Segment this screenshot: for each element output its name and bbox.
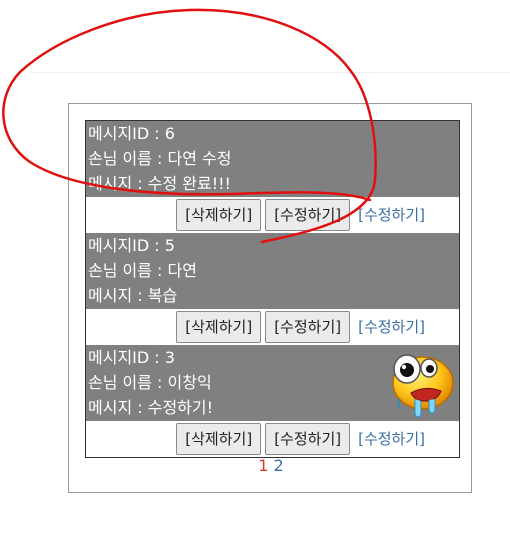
message-text: 메시지 : 수정 완료!!! xyxy=(88,174,231,193)
pagination: 1 2 xyxy=(69,456,473,476)
page-link-current[interactable]: 1 xyxy=(258,456,268,475)
edit-link[interactable]: [수정하기] xyxy=(354,200,425,230)
message-item: 메시지ID : 6 손님 이름 : 다연 수정 메시지 : 수정 완료!!! [… xyxy=(86,121,459,233)
message-actions: [삭제하기] [수정하기] [수정하기] xyxy=(86,309,459,345)
edit-button[interactable]: [수정하기] xyxy=(265,199,351,231)
delete-button[interactable]: [삭제하기] xyxy=(176,423,262,455)
edit-button[interactable]: [수정하기] xyxy=(265,423,351,455)
message-actions: [삭제하기] [수정하기] [수정하기] xyxy=(86,421,459,457)
edit-button[interactable]: [수정하기] xyxy=(265,311,351,343)
message-item: 메시지ID : 3 손님 이름 : 이창익 메시지 : 수정하기! [삭제하기]… xyxy=(86,345,459,457)
message-info: 메시지ID : 5 손님 이름 : 다연 메시지 : 복습 xyxy=(86,233,459,309)
edit-link[interactable]: [수정하기] xyxy=(354,424,425,454)
message-item: 메시지ID : 5 손님 이름 : 다연 메시지 : 복습 [삭제하기] [수정… xyxy=(86,233,459,345)
page-link[interactable]: 2 xyxy=(274,456,284,475)
delete-button[interactable]: [삭제하기] xyxy=(176,199,262,231)
message-info: 메시지ID : 6 손님 이름 : 다연 수정 메시지 : 수정 완료!!! xyxy=(86,121,459,197)
message-actions: [삭제하기] [수정하기] [수정하기] xyxy=(86,197,459,233)
delete-button[interactable]: [삭제하기] xyxy=(176,311,262,343)
message-id: 메시지ID : 6 xyxy=(88,124,175,143)
guest-name: 손님 이름 : 다연 xyxy=(88,261,197,280)
message-id: 메시지ID : 5 xyxy=(88,236,175,255)
divider xyxy=(30,72,510,73)
edit-link[interactable]: [수정하기] xyxy=(354,312,425,342)
message-text: 메시지 : 복습 xyxy=(88,286,178,305)
guestbook-panel: 메시지ID : 6 손님 이름 : 다연 수정 메시지 : 수정 완료!!! [… xyxy=(68,103,472,493)
drooling-smiley-emoticon-icon xyxy=(392,354,454,418)
page: 메시지ID : 6 손님 이름 : 다연 수정 메시지 : 수정 완료!!! [… xyxy=(0,0,510,538)
message-info: 메시지ID : 3 손님 이름 : 이창익 메시지 : 수정하기! xyxy=(86,345,459,421)
message-list: 메시지ID : 6 손님 이름 : 다연 수정 메시지 : 수정 완료!!! [… xyxy=(85,120,460,458)
guest-name: 손님 이름 : 다연 수정 xyxy=(88,149,232,168)
